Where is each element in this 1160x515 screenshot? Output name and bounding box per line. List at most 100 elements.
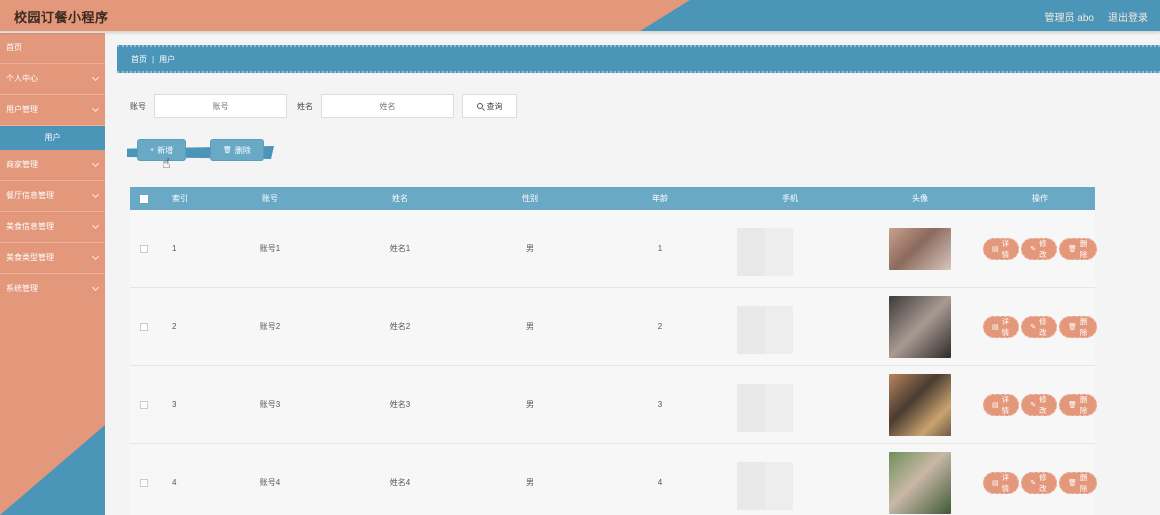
cell-gender: 男	[526, 244, 534, 253]
sidebar-item-food-info[interactable]: 美食信息管理	[0, 212, 105, 243]
row-checkbox[interactable]	[139, 244, 148, 253]
delete-button[interactable]: 🗑 删除	[1059, 393, 1097, 416]
edit-button[interactable]: ✎ 修改	[1021, 393, 1058, 416]
sidebar-item-food-type[interactable]: 美食类型管理	[0, 243, 105, 274]
delete-label: 删除	[1079, 316, 1088, 337]
edit-label: 修改	[1039, 472, 1047, 493]
edit-button[interactable]: ✎ 修改	[1021, 471, 1058, 494]
sidebar-item-merchant-management[interactable]: 商家管理	[0, 150, 105, 181]
row-checkbox[interactable]	[139, 322, 148, 331]
sidebar-item-label: 美食信息管理	[6, 222, 54, 231]
delete-button[interactable]: 🗑 删除	[1059, 315, 1097, 338]
row-checkbox[interactable]	[139, 400, 148, 409]
cell-account: 账号1	[259, 244, 281, 253]
chevron-down-icon	[91, 159, 100, 168]
sidebar-corner-decoration	[0, 425, 105, 515]
account-label: 账号	[130, 101, 146, 111]
breadcrumb-home[interactable]: 首页	[131, 54, 147, 65]
delete-button[interactable]: 🗑 删除	[1059, 471, 1097, 494]
cell-age: 3	[657, 400, 663, 409]
row-checkbox[interactable]	[139, 478, 148, 487]
detail-button[interactable]: ▤ 详情	[982, 393, 1020, 416]
header-gender: 性别	[522, 194, 538, 203]
pencil-icon: ✎	[1030, 323, 1037, 331]
detail-button[interactable]: ▤ 详情	[982, 471, 1020, 494]
table-header: 索引 账号 姓名 性别 年龄 手机 头像 操作	[130, 187, 1095, 210]
detail-button[interactable]: ▤ 详情	[982, 315, 1020, 338]
header-name: 姓名	[392, 194, 408, 203]
document-icon: ▤	[992, 401, 999, 409]
sidebar-item-label: 个人中心	[6, 74, 38, 83]
users-table: 索引 账号 姓名 性别 年龄 手机 头像 操作 1 账号1 姓名1 男 1 ▤ 详…	[130, 187, 1097, 515]
cell-age: 4	[657, 478, 663, 487]
sidebar-item-restaurant-info[interactable]: 餐厅信息管理	[0, 181, 105, 212]
account-search-input[interactable]	[154, 94, 287, 118]
cell-age: 1	[657, 244, 663, 253]
header-account: 账号	[262, 194, 278, 203]
name-label: 姓名	[297, 101, 313, 111]
sidebar-item-label: 用户管理	[6, 105, 38, 114]
sidebar: 首页 个人中心 用户管理 用户 商家管理 餐厅信息管理 美食信息管理 美食类型管…	[0, 33, 105, 515]
edit-label: 修改	[1039, 316, 1047, 337]
cell-account: 账号2	[259, 322, 281, 331]
add-button-label: 新增	[157, 145, 174, 155]
hand-cursor-icon: ☝	[162, 155, 171, 171]
cell-phone	[725, 366, 855, 443]
table-row: 1 账号1 姓名1 男 1 ▤ 详情 ✎ 修改 🗑 删除	[130, 210, 1097, 288]
cell-index: 2	[172, 322, 177, 331]
cell-index: 3	[172, 400, 177, 409]
cell-name: 姓名4	[389, 478, 411, 487]
document-icon: ▤	[992, 479, 999, 487]
logout-link[interactable]: 退出登录	[1108, 9, 1148, 24]
pencil-icon: ✎	[1030, 401, 1037, 409]
batch-delete-button[interactable]: 🗑 删除	[211, 140, 263, 160]
chevron-down-icon	[91, 73, 100, 82]
sidebar-item-label: 用户	[44, 133, 61, 142]
main-content: 首页 | 用户 账号 姓名 查询 + 新增 🗑 删除 ☝ 索引 账号 姓名 性别	[105, 33, 1160, 515]
chevron-down-icon	[91, 283, 100, 292]
trash-icon: 🗑	[223, 147, 232, 154]
edit-button[interactable]: ✎ 修改	[1021, 315, 1058, 338]
phone-redacted	[737, 306, 793, 354]
cell-index: 1	[172, 244, 177, 253]
header-ops: 操作	[1032, 194, 1048, 203]
detail-label: 详情	[1001, 472, 1010, 493]
breadcrumb: 首页 | 用户	[117, 45, 1160, 73]
delete-button[interactable]: 🗑 删除	[1059, 237, 1097, 260]
document-icon: ▤	[992, 245, 999, 253]
sidebar-subitem-users[interactable]: 用户	[0, 126, 105, 150]
app-title: 校园订餐小程序	[14, 10, 109, 25]
phone-redacted	[737, 462, 793, 510]
action-toolbar: + 新增 🗑 删除 ☝	[127, 140, 277, 171]
trash-icon: 🗑	[1068, 245, 1077, 253]
query-button-label: 查询	[486, 101, 503, 111]
delete-label: 删除	[1079, 394, 1088, 415]
sidebar-item-label: 首页	[6, 43, 22, 52]
edit-label: 修改	[1039, 394, 1047, 415]
header-user-area: 管理员 abo 退出登录	[1045, 9, 1148, 24]
sidebar-item-user-management[interactable]: 用户管理	[0, 95, 105, 126]
sidebar-item-system[interactable]: 系统管理	[0, 274, 105, 305]
header-index: 索引	[172, 194, 188, 203]
cell-name: 姓名3	[389, 400, 411, 409]
query-button[interactable]: 查询	[462, 94, 517, 118]
select-all-checkbox[interactable]	[139, 194, 148, 203]
sidebar-item-profile[interactable]: 个人中心	[0, 64, 105, 95]
cell-age: 2	[657, 322, 663, 331]
sidebar-item-home[interactable]: 首页	[0, 33, 105, 64]
detail-label: 详情	[1001, 238, 1010, 259]
phone-redacted	[737, 228, 793, 276]
cell-account: 账号4	[259, 478, 281, 487]
cell-index: 4	[172, 478, 177, 487]
chevron-down-icon	[91, 252, 100, 261]
cell-account: 账号3	[259, 400, 281, 409]
avatar-image	[889, 451, 951, 514]
name-search-input[interactable]	[321, 94, 454, 118]
cell-phone	[725, 288, 855, 365]
detail-label: 详情	[1001, 316, 1010, 337]
table-row: 2 账号2 姓名2 男 2 ▤ 详情 ✎ 修改 🗑 删除	[130, 288, 1097, 366]
edit-button[interactable]: ✎ 修改	[1021, 237, 1058, 260]
detail-button[interactable]: ▤ 详情	[982, 237, 1020, 260]
cell-name: 姓名1	[389, 244, 411, 253]
delete-label: 删除	[1079, 238, 1088, 259]
